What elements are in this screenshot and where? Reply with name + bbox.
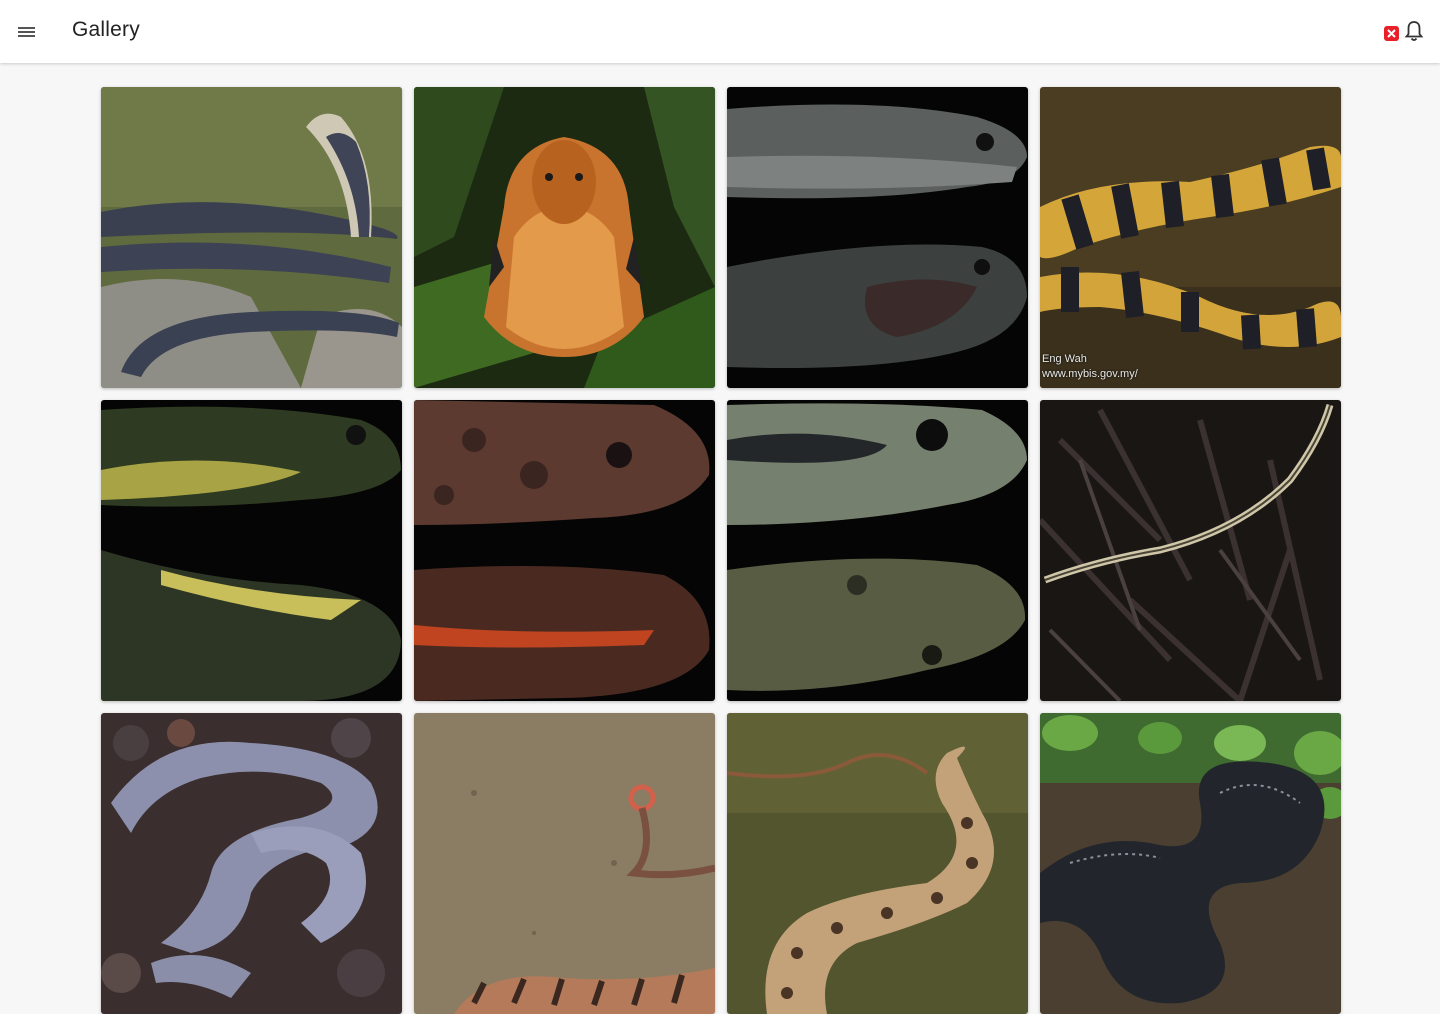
gallery-tile-grey-heads-black[interactable] [727, 87, 1028, 388]
gallery-tile-sea-snake[interactable] [101, 713, 402, 1014]
bell-icon[interactable] [1404, 20, 1424, 47]
page-title: Gallery [72, 18, 140, 41]
appbar-actions [1383, 20, 1424, 47]
credit-author: Eng Wah [1042, 353, 1087, 365]
gallery-tile-olive-heads[interactable] [727, 400, 1028, 701]
gallery-tile-cobra-rocks[interactable] [101, 87, 402, 388]
gallery-grid: Eng Wah www.mybis.gov.my/ [101, 87, 1341, 1014]
hamburger-menu-icon[interactable] [10, 16, 44, 48]
photo-credit: Eng Wah www.mybis.gov.my/ [1042, 352, 1138, 382]
app-bar: Gallery [0, 0, 1440, 63]
gallery-tile-dark-leaves[interactable] [1040, 713, 1341, 1014]
red-badge-icon[interactable] [1383, 25, 1400, 42]
gallery-tile-yellow-green-head[interactable] [101, 400, 402, 701]
credit-url: www.mybis.gov.my/ [1042, 368, 1138, 380]
gallery-tile-slender-grass-snake[interactable] [1040, 400, 1341, 701]
gallery-tile-spotted-moss[interactable] [727, 713, 1028, 1014]
gallery-tile-brown-spotted-head[interactable] [414, 400, 715, 701]
gallery-tile-orange-cobra-hood[interactable] [414, 87, 715, 388]
gallery-tile-sand-ground[interactable] [414, 713, 715, 1014]
gallery-tile-banded-krait[interactable]: Eng Wah www.mybis.gov.my/ [1040, 87, 1341, 388]
